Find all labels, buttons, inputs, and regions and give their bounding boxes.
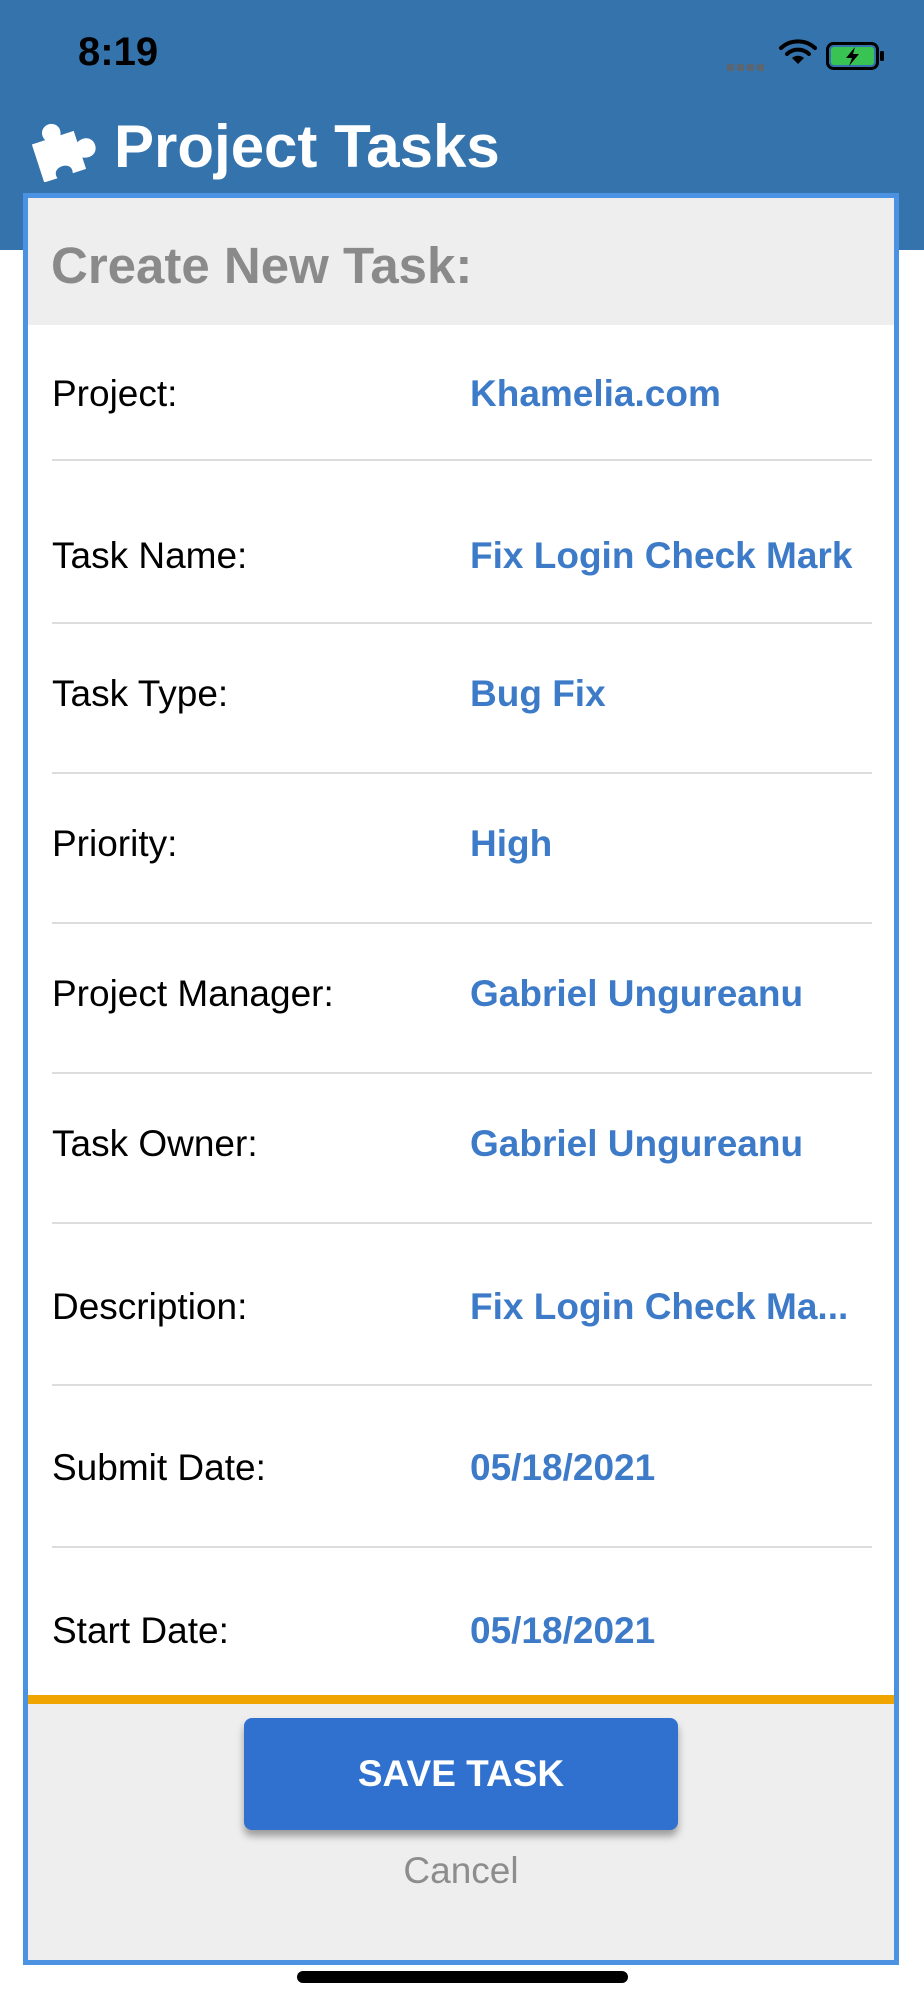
form-row-priority[interactable]: Priority: High <box>28 774 894 922</box>
form-row-label: Task Type: <box>52 673 229 714</box>
form-header: Create New Task: <box>28 198 894 325</box>
form-row-label: Project Manager: <box>52 973 334 1014</box>
form-row-value[interactable]: Bug Fix <box>470 672 606 716</box>
form-row-label: Project: <box>52 373 178 414</box>
form-row-project[interactable]: Project: Khamelia.com <box>28 325 894 477</box>
form-row-label: Submit Date: <box>52 1447 266 1488</box>
accent-divider <box>28 1695 894 1704</box>
wifi-icon <box>779 39 817 64</box>
form-row-task-owner[interactable]: Task Owner: Gabriel Ungureanu <box>28 1074 894 1222</box>
form-title: Create New Task: <box>51 237 473 294</box>
form-row-value[interactable]: Fix Login Check Ma... <box>470 1285 848 1329</box>
battery-icon <box>826 42 884 70</box>
form-row-label: Task Owner: <box>52 1123 258 1164</box>
form-row-description[interactable]: Description: Fix Login Check Ma... <box>28 1224 894 1384</box>
status-time: 8:19 <box>78 30 159 74</box>
home-indicator[interactable] <box>297 1971 628 1983</box>
cancel-button[interactable]: Cancel <box>244 1849 678 1893</box>
form-row-value[interactable]: Gabriel Ungureanu <box>470 1122 803 1166</box>
form-row-project-manager[interactable]: Project Manager: Gabriel Ungureanu <box>28 924 894 1072</box>
form-row-label: Priority: <box>52 823 178 864</box>
form-row-label: Start Date: <box>52 1610 229 1651</box>
form-row-task-type[interactable]: Task Type: Bug Fix <box>28 624 894 772</box>
form-row-submit-date[interactable]: Submit Date: 05/18/2021 <box>28 1386 894 1546</box>
form-row-task-name[interactable]: Task Name: Fix Login Check Mark <box>28 461 894 619</box>
form-row-value[interactable]: Gabriel Ungureanu <box>470 972 803 1016</box>
app-title: Project Tasks <box>114 113 500 180</box>
form-row-label: Description: <box>52 1286 248 1327</box>
cellular-signal-icon <box>727 58 767 76</box>
puzzle-piece-icon <box>31 123 96 182</box>
form-row-value[interactable]: 05/18/2021 <box>470 1609 655 1653</box>
form-row-value[interactable]: High <box>470 822 552 866</box>
form-row-value[interactable]: Khamelia.com <box>470 372 721 416</box>
save-task-button[interactable]: SAVE TASK <box>244 1718 678 1830</box>
create-task-panel: Create New Task: Project: Khamelia.com T… <box>23 193 899 1965</box>
form-row-label: Task Name: <box>52 535 248 576</box>
form-row-value[interactable]: 05/18/2021 <box>470 1446 655 1490</box>
form-row-start-date[interactable]: Start Date: 05/18/2021 <box>28 1548 894 1695</box>
form-row-value[interactable]: Fix Login Check Mark <box>470 534 852 578</box>
